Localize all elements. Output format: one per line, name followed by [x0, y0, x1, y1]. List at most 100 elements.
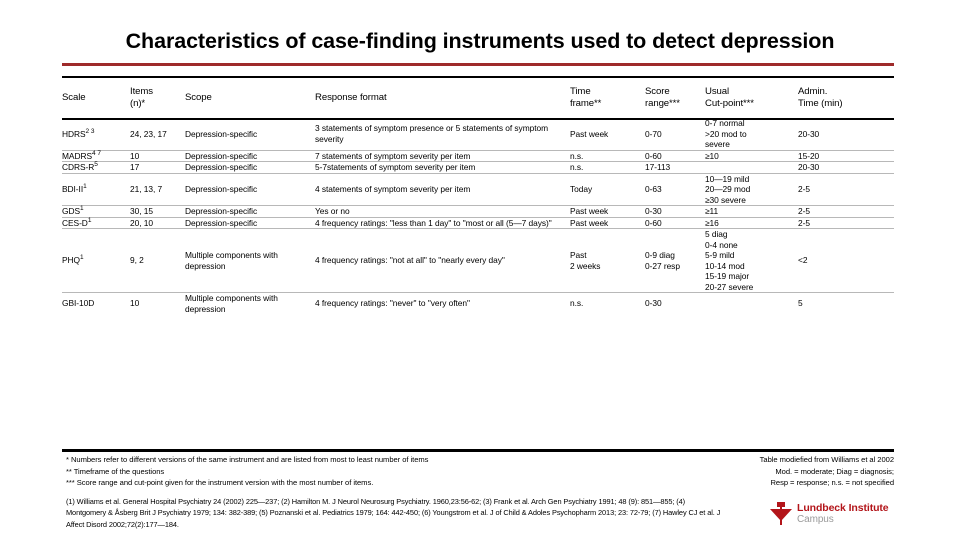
- footnote-score-range: *** Score range and cut-point given for …: [66, 478, 374, 488]
- scale-citation-superscript: 1: [80, 205, 84, 213]
- cell-scale: GDS1: [62, 205, 130, 218]
- cell-cut-point: [705, 162, 798, 174]
- scale-name: CDRS-R: [62, 162, 95, 172]
- cell-score-range: 0-70: [645, 128, 662, 139]
- cell-score-range: 0-63: [645, 184, 662, 194]
- footnote-abbrev-1: Mod. = moderate; Diag = diagnosis;: [775, 466, 894, 476]
- cell-time-frame: Past week: [570, 206, 609, 216]
- column-header-scope: Scope: [185, 91, 212, 103]
- cell-response-format: 4 frequency ratings: "never" to "very of…: [315, 298, 470, 309]
- column-header-items: Items (n)*: [130, 85, 153, 110]
- cell-admin-time: 20-30: [798, 162, 820, 172]
- funnel-icon: [770, 501, 792, 527]
- cell-scope: Multiple components with depression: [185, 250, 278, 271]
- table-body: HDRS2 3 24, 23, 17 Depression-specific 3 st…: [62, 118, 894, 314]
- cell-scale: CDRS-R5: [62, 161, 130, 174]
- references: (1) Williams et al. General Hospital Psy…: [66, 497, 721, 529]
- footnotes-right: Table modiefied from Williams et al 2002…: [666, 454, 894, 489]
- cell-scale: BDI-II1: [62, 173, 130, 206]
- cell-admin-time: 15-20: [798, 150, 820, 161]
- table-row: GDS1 30, 15 Depression-specific Yes or no Pa…: [62, 205, 894, 218]
- cell-score-range: 0-30: [645, 206, 662, 216]
- cell-time-frame: Past week: [570, 217, 609, 228]
- cell-scale: CES-D1: [62, 217, 130, 229]
- cell-time-frame: n.s.: [570, 298, 584, 309]
- footnote-abbrev-2: Resp = response; n.s. = not specified: [770, 478, 894, 488]
- table-row: CES-D1 20, 10 Depression-specific 4 frequen…: [62, 217, 894, 229]
- cell-cut-point: ≥10: [705, 150, 719, 161]
- cell-admin-time: 20-30: [798, 128, 820, 139]
- cell-cut-point: ≥11: [705, 206, 719, 216]
- cell-scope: Depression-specific: [185, 150, 258, 161]
- cell-time-frame: n.s.: [570, 162, 584, 172]
- scale-name: BDI-II: [62, 184, 84, 194]
- cell-time-frame: Past week: [570, 128, 609, 139]
- table-row: CDRS-R5 17 Depression-specific 5-7statement…: [62, 161, 894, 174]
- cell-score-range: 0-30: [645, 298, 662, 309]
- table-row: GBI-10D 10 Multiple components with depres…: [62, 292, 894, 315]
- column-header-response-format: Response format: [315, 91, 387, 103]
- cell-score-range: 0-9 diag 0-27 resp: [645, 250, 680, 271]
- slide-root: Characteristics of case-finding instrume…: [0, 0, 960, 540]
- scale-name: CES-D: [62, 217, 88, 228]
- lundbeck-institute-logo: Lundbeck Institute Campus: [770, 498, 900, 530]
- cell-items: 20, 10: [130, 217, 153, 228]
- column-header-admin-time: Admin. Time (min): [798, 85, 843, 110]
- cell-admin-time: 2-5: [798, 217, 810, 228]
- scale-name: HDRS: [62, 128, 86, 139]
- cell-scope: Depression-specific: [185, 217, 258, 228]
- cell-scope: Multiple components with depression: [185, 293, 278, 314]
- cell-response-format: 7 statements of symptom severity per ite…: [315, 150, 471, 161]
- footnote-source: Table modiefied from Williams et al 2002: [759, 455, 894, 464]
- scale-name: GBI-10D: [62, 298, 95, 309]
- cell-scope: Depression-specific: [185, 206, 258, 216]
- cell-items: 10: [130, 150, 140, 161]
- cell-items: 30, 15: [130, 206, 153, 216]
- scale-citation-superscript: 1: [87, 216, 92, 224]
- scale-citation-superscript: 2 3: [85, 127, 95, 135]
- cell-response-format: 5-7statements of symptom severity per it…: [315, 162, 476, 172]
- cell-time-frame: n.s.: [570, 150, 584, 161]
- footnote-items: * Numbers refer to different versions of…: [66, 455, 429, 464]
- cell-time-frame: Today: [570, 184, 593, 194]
- column-header-cut-point: Usual Cut-point***: [705, 85, 754, 110]
- cell-cut-point: ≥16: [705, 217, 719, 228]
- cell-response-format: Yes or no: [315, 206, 350, 216]
- scale-name: PHQ: [62, 255, 80, 266]
- table-row: BDI-II1 21, 13, 7 Depression-specific 4 sta…: [62, 173, 894, 206]
- page-title: Characteristics of case-finding instrume…: [125, 29, 835, 53]
- column-header-score-range: Score range***: [645, 85, 680, 110]
- cell-scope: Depression-specific: [185, 162, 258, 172]
- cell-cut-point: 0-7 normal >20 mod to severe: [705, 118, 747, 149]
- table-row: PHQ1 9, 2 Multiple components with depress…: [62, 228, 894, 293]
- cell-score-range: 17-113: [645, 162, 671, 172]
- cell-score-range: 0-60: [645, 217, 662, 228]
- scale-citation-superscript: 5: [94, 161, 98, 169]
- scale-citation-superscript: 1: [83, 183, 87, 191]
- cell-admin-time: 2-5: [798, 184, 810, 194]
- cell-items: 21, 13, 7: [130, 184, 163, 194]
- cell-items: 17: [130, 162, 140, 172]
- column-header-time-frame: Time frame**: [570, 85, 602, 110]
- cell-items: 24, 23, 17: [130, 128, 167, 139]
- column-header-scale: Scale: [62, 91, 86, 103]
- scale-name: GDS: [62, 206, 80, 216]
- footnotes-left: * Numbers refer to different versions of…: [66, 454, 626, 489]
- table-row: MADRS4 7 10 Depression-specific 7 statement…: [62, 150, 894, 162]
- cell-scope: Depression-specific: [185, 184, 258, 194]
- cell-response-format: 4 frequency ratings: "less than 1 day" t…: [315, 217, 552, 228]
- table-row: HDRS2 3 24, 23, 17 Depression-specific 3 st…: [62, 118, 894, 150]
- scale-citation-superscript: 4 7: [92, 149, 101, 157]
- table-bottom-rule: [62, 449, 894, 452]
- cell-scale: PHQ1: [62, 229, 130, 293]
- cell-admin-time: <2: [798, 255, 808, 266]
- cell-cut-point: [705, 293, 798, 315]
- cell-scale: GBI-10D: [62, 293, 130, 315]
- accent-rule-red: [62, 63, 894, 66]
- cell-response-format: 4 statements of symptom severity per ite…: [315, 184, 471, 194]
- instruments-table: Scale Items (n)* Scope Response format T…: [62, 78, 894, 314]
- cell-cut-point: 5 diag 0-4 none 5-9 mild 10-14 mod 15-19…: [705, 229, 754, 292]
- cell-time-frame: Past 2 weeks: [570, 250, 601, 271]
- logo-subtitle: Campus: [797, 514, 834, 526]
- cell-score-range: 0-60: [645, 150, 662, 161]
